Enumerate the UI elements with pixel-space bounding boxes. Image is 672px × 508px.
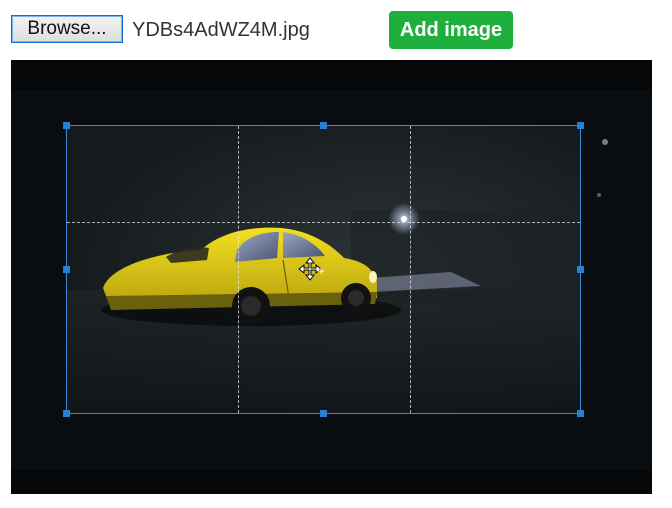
crop-guide-line	[67, 222, 580, 223]
resize-handle-e[interactable]	[577, 266, 584, 273]
resize-handle-sw[interactable]	[63, 410, 70, 417]
upload-toolbar: Browse... YDBs4AdWZ4M.jpg Add image	[0, 0, 672, 60]
selected-file-name: YDBs4AdWZ4M.jpg	[132, 19, 310, 41]
resize-handle-ne[interactable]	[577, 122, 584, 129]
crop-guide-line	[410, 126, 411, 413]
resize-handle-nw[interactable]	[63, 122, 70, 129]
add-image-button[interactable]: Add image	[389, 11, 513, 49]
browse-button[interactable]: Browse...	[11, 15, 123, 43]
resize-handle-s[interactable]	[320, 410, 327, 417]
resize-handle-w[interactable]	[63, 266, 70, 273]
image-cropper[interactable]	[11, 60, 652, 494]
resize-handle-n[interactable]	[320, 122, 327, 129]
crop-guide-line	[238, 126, 239, 413]
resize-handle-se[interactable]	[577, 410, 584, 417]
move-cursor-icon	[298, 257, 324, 281]
